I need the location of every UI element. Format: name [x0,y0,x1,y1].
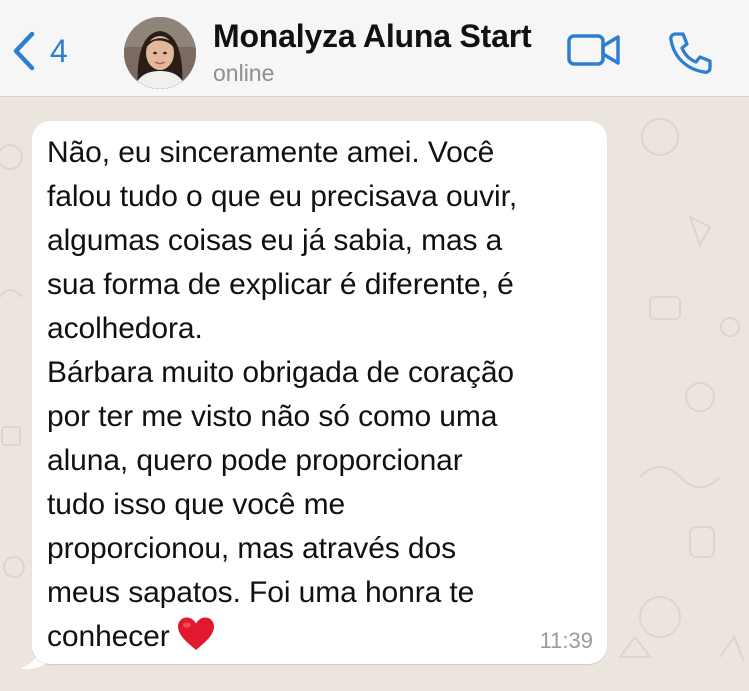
message-line-text: conhecer [47,620,170,653]
phone-icon [666,32,712,80]
message-line: sua forma de explicar é diferente, é [47,268,514,301]
message-line-last: conhecer [47,615,589,665]
message-bubble[interactable]: Não, eu sinceramente amei. Você falou tu… [32,121,607,664]
voice-call-button[interactable] [666,30,712,76]
message-line: falou tudo o que eu precisava ouvir, [47,180,518,213]
message-timestamp: 11:39 [539,628,593,653]
chat-header: 4 Monalyza Aluna Start online [0,0,749,97]
back-button[interactable]: 4 [10,26,68,76]
contact-name[interactable]: Monalyza Aluna Start [213,18,532,55]
heart-icon [176,616,216,665]
chat-area[interactable]: Não, eu sinceramente amei. Você falou tu… [0,97,749,691]
message-line: por ter me visto não só como uma [47,400,498,433]
message-line: acolhedora. [47,312,203,345]
message-line: tudo isso que você me [47,488,346,521]
message-line: Não, eu sinceramente amei. Você [47,136,495,169]
message-line: algumas coisas eu já sabia, mas a [47,224,503,257]
avatar[interactable] [124,17,196,89]
contact-status: online [213,60,275,86]
status-bar [0,0,749,6]
message-line: meus sapatos. Foi uma honra te [47,576,475,609]
unread-count: 4 [50,32,68,69]
message-line: aluna, quero pode proporcionar [47,444,463,477]
chevron-left-icon [10,31,36,71]
video-call-button[interactable] [566,30,622,70]
message-line: Bárbara muito obrigada de coração [47,356,514,389]
message-line: proporcionou, mas através dos [47,532,456,565]
video-camera-icon [566,34,622,74]
